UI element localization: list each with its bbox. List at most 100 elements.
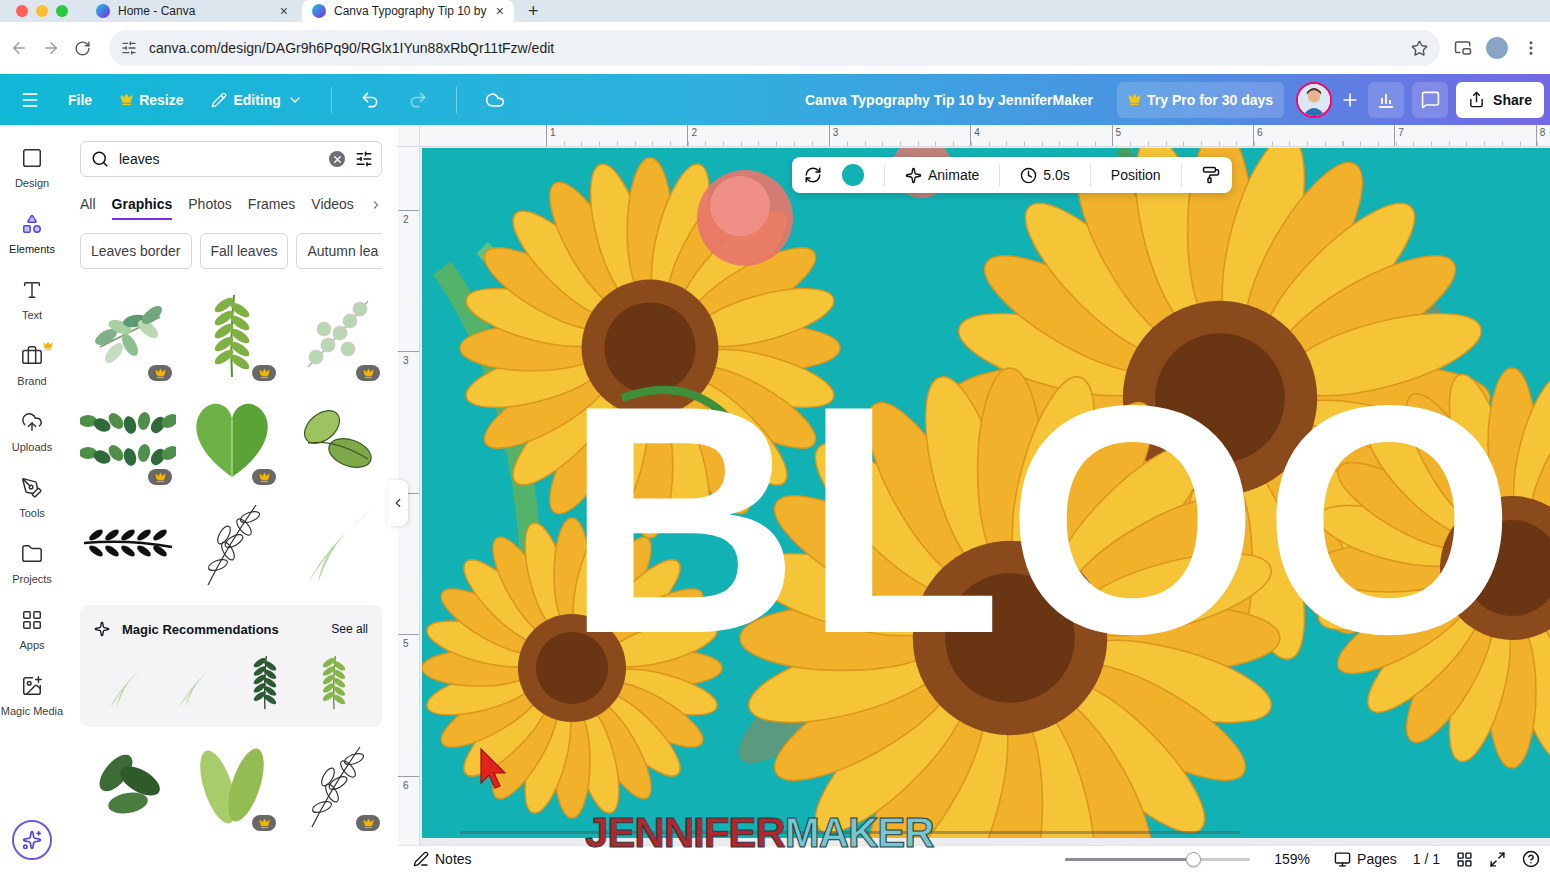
site-settings-icon[interactable] [121,40,137,56]
result-tab[interactable]: Photos [188,190,232,220]
canvas-row: 2356BLOOAnimate5.0sPosition [398,147,1550,845]
clear-search-button[interactable] [329,151,345,167]
color-swatch[interactable] [842,164,864,186]
browser-menu-icon[interactable] [1522,39,1540,57]
close-tab-button[interactable]: × [280,3,288,19]
rail-item[interactable]: Elements [0,213,64,279]
graphic-tile[interactable] [288,391,384,487]
position-button[interactable]: Position [1111,167,1161,183]
design-headline[interactable]: BLOO [565,357,1520,682]
suggestion-chip[interactable]: Fall leaves [200,233,289,269]
rail-item[interactable]: Text [0,279,64,345]
close-tab-button[interactable]: × [496,3,504,19]
graphic-tile[interactable] [80,737,176,833]
cloud-saved-icon[interactable] [485,90,505,110]
zoom-window-button[interactable] [56,5,68,17]
magic-assistant-button[interactable] [12,820,52,860]
duration-button[interactable]: 5.0s [1020,167,1069,184]
pages-button[interactable]: Pages [1334,851,1397,868]
magic-tile[interactable] [166,651,228,713]
graphic-tile[interactable] [80,287,176,383]
graphic-tile[interactable] [184,495,280,591]
grid-view-icon[interactable] [1456,851,1473,868]
rail-item[interactable]: Tools [0,477,64,543]
rail-icon-wrap [21,675,43,697]
minimize-window-button[interactable] [36,5,48,17]
toolbar-divider [1090,164,1091,186]
address-bar[interactable]: canva.com/design/DAGr9h6Pq90/RGlx1IYun88… [109,30,1440,66]
graphic-thumbnail [80,737,176,833]
header-menu-item[interactable]: Resize [120,92,183,108]
ruler-mark: 8 [1536,125,1550,146]
help-icon[interactable] [1522,850,1540,868]
suggestion-chip[interactable]: Autumn lea [296,233,382,269]
result-tab[interactable]: Frames [248,190,295,220]
graphic-tile[interactable] [80,495,176,591]
animate-button[interactable]: Animate [905,167,979,184]
close-window-button[interactable] [16,5,28,17]
browser-tab-strip: Home - Canva×Canva Typography Tip 10 by×… [0,0,1550,22]
bookmark-star-icon[interactable] [1411,40,1428,57]
share-button[interactable]: Share [1456,82,1544,118]
graphic-tile[interactable] [184,391,280,487]
magic-tile[interactable] [303,651,365,713]
graphic-tile[interactable] [80,391,176,487]
graphic-thumbnail [80,495,176,591]
back-arrow-icon[interactable] [10,39,28,57]
filter-icon[interactable] [355,150,373,168]
result-tab[interactable]: Videos [311,190,354,220]
paint-roller-icon[interactable] [1202,166,1220,184]
new-tab-button[interactable]: + [518,1,549,22]
browser-tab[interactable]: Canva Typography Tip 10 by× [302,0,514,22]
graphic-tile[interactable] [184,737,280,833]
rail-item[interactable]: Apps [0,609,64,675]
insights-button[interactable] [1368,82,1404,118]
result-tab[interactable]: All [80,190,96,220]
forward-arrow-icon[interactable] [42,39,60,57]
add-collaborator-button[interactable] [1332,82,1368,118]
magic-tile[interactable] [234,651,296,713]
top-ruler[interactable]: 12345678 [420,125,1550,147]
ruler-mark: 5 [398,634,419,775]
chevron-right-icon[interactable] [378,244,382,258]
notes-button[interactable]: Notes [413,851,472,867]
redo-button[interactable] [408,90,428,110]
header-menu-item[interactable]: File [68,92,92,108]
rail-icon-wrap [21,279,43,301]
rail-item[interactable]: Magic Media [0,675,64,741]
design-page[interactable]: BLOO Animate 5.0s Position [422,148,1550,838]
undo-button[interactable] [360,90,380,110]
hamburger-menu-icon[interactable] [20,90,40,110]
try-pro-button[interactable]: Try Pro for 30 days [1117,82,1284,118]
rail-item[interactable]: Design [0,147,64,213]
replace-icon[interactable] [804,166,822,184]
design-title[interactable]: Canva Typography Tip 10 by JenniferMaker [805,92,1093,108]
graphic-tile[interactable] [288,495,384,591]
header-menu-item[interactable]: Editing [211,92,302,108]
zoom-slider-thumb[interactable] [1186,852,1201,867]
collapse-panel-button[interactable] [388,480,408,526]
rail-item[interactable]: Uploads [0,411,64,477]
see-all-link[interactable]: See all [331,622,368,636]
graphic-tile[interactable] [288,737,384,833]
ruler-mark: 6 [1253,125,1394,146]
rail-item[interactable]: Brand [0,345,64,411]
result-tab[interactable]: Graphics [112,190,173,220]
zoom-slider[interactable] [1065,858,1250,861]
graphic-thumbnail [97,651,159,713]
picture-in-picture-icon[interactable] [1454,39,1472,57]
search-field[interactable]: leaves [80,141,382,177]
profile-avatar-icon[interactable] [1486,37,1508,59]
chevron-right-icon[interactable] [370,197,382,213]
user-avatar[interactable] [1296,82,1332,118]
comments-button[interactable] [1412,82,1448,118]
magic-tile[interactable] [97,651,159,713]
graphic-tile[interactable] [184,287,280,383]
rail-item[interactable]: Projects [0,543,64,609]
fullscreen-icon[interactable] [1489,851,1506,868]
zoom-value[interactable]: 159% [1266,851,1318,867]
reload-icon[interactable] [74,40,91,57]
browser-tab[interactable]: Home - Canva× [86,0,298,22]
suggestion-chip[interactable]: Leaves border [80,233,192,269]
graphic-tile[interactable] [288,287,384,383]
